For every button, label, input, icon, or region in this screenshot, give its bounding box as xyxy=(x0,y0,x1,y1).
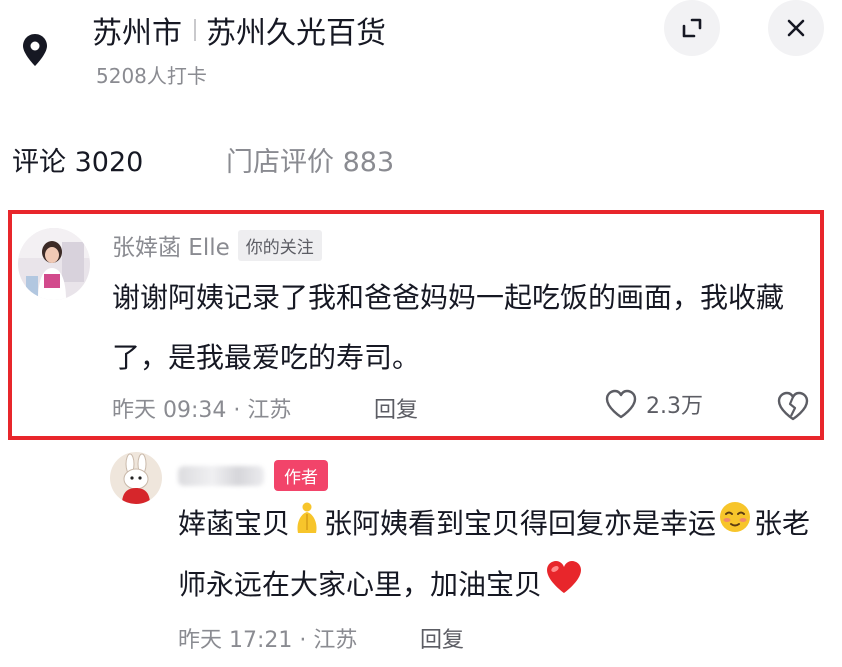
checkin-count: 5208人打卡 xyxy=(96,64,207,88)
city-name: 苏州市 xyxy=(92,16,182,51)
expand-icon xyxy=(682,18,702,38)
close-button[interactable] xyxy=(768,0,824,56)
reply-header: 作者 xyxy=(178,460,328,491)
comment-header: 张婞菡 Elle 你的关注 xyxy=(112,228,322,262)
comment-timestamp-location: 昨天 09:34 · 江苏 xyxy=(112,398,292,423)
dislike-button[interactable] xyxy=(776,390,810,426)
reply-text-part: 婞菡宝贝 xyxy=(178,507,291,540)
author-avatar[interactable] xyxy=(110,452,162,504)
close-icon xyxy=(787,19,805,37)
tab-store-reviews[interactable]: 门店评价 883 xyxy=(226,140,394,179)
reply-button[interactable]: 回复 xyxy=(374,392,418,424)
heart-outline-icon xyxy=(605,389,637,419)
like-count: 2.3万 xyxy=(646,394,703,419)
title-divider xyxy=(194,19,196,41)
reply-button[interactable]: 回复 xyxy=(420,622,464,654)
reply-timestamp-location: 昨天 17:21 · 江苏 xyxy=(178,628,358,653)
blurred-username[interactable] xyxy=(178,465,264,486)
location-pin-icon xyxy=(12,24,58,76)
reply-text: 婞菡宝贝 张阿姨看到宝贝得回复亦是幸运 张老师永远在大家心里，加油宝贝 xyxy=(178,494,818,616)
comment-username[interactable]: 张婞菡 Elle xyxy=(112,228,230,262)
tab-comments[interactable]: 评论 3020 xyxy=(12,140,143,179)
red-heart-emoji-icon xyxy=(544,556,584,616)
pray-hands-emoji-icon xyxy=(292,495,322,555)
author-badge: 作者 xyxy=(274,460,328,491)
expand-button[interactable] xyxy=(664,0,720,56)
like-button[interactable]: 2.3万 xyxy=(604,388,703,420)
broken-heart-icon xyxy=(777,391,809,421)
place-name: 苏州久光百货 xyxy=(206,16,386,51)
comment-text: 谢谢阿姨记录了我和爸爸妈妈一起吃饭的画面，我收藏了，是我最爱吃的寿司。 xyxy=(112,281,785,374)
following-badge: 你的关注 xyxy=(237,229,322,261)
shy-face-emoji-icon xyxy=(718,495,752,555)
reply-text-part: 张阿姨看到宝贝得回复亦是幸运 xyxy=(324,507,717,540)
place-title[interactable]: 苏州市 苏州久光百货 xyxy=(92,8,386,52)
avatar[interactable] xyxy=(18,228,90,300)
